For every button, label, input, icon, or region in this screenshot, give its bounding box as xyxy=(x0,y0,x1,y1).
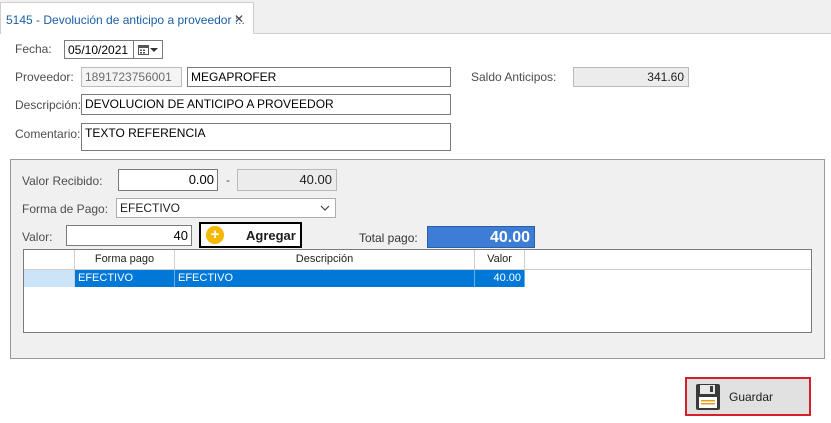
row-indicator-header xyxy=(24,250,75,269)
proveedor-name-field[interactable]: MEGAPROFER xyxy=(187,67,451,87)
plus-circle-icon: + xyxy=(206,226,224,244)
tab-title: 5145 - Devolución de anticipo a proveedo… xyxy=(6,13,245,27)
agregar-label: Agregar xyxy=(246,227,296,243)
tab-devolucion-anticipo[interactable]: 5145 - Devolución de anticipo a proveedo… xyxy=(0,2,254,35)
grid-header: Forma pago Descripción Valor xyxy=(24,250,811,270)
descripcion-field[interactable]: DEVOLUCION DE ANTICIPO A PROVEEDOR xyxy=(81,94,451,115)
forma-pago-label: Forma de Pago: xyxy=(22,202,109,216)
proveedor-id-field: 1891723756001 xyxy=(81,67,182,87)
date-picker-button[interactable] xyxy=(133,40,163,59)
proveedor-label: Proveedor: xyxy=(15,70,74,84)
fecha-label: Fecha: xyxy=(15,42,52,56)
forma-pago-selected: EFECTIVO xyxy=(120,201,181,215)
chevron-down-icon xyxy=(320,205,330,211)
row-indicator[interactable] xyxy=(24,270,75,287)
column-header-valor[interactable]: Valor xyxy=(475,250,525,269)
cell-valor: 40.00 xyxy=(475,270,525,287)
table-row[interactable]: EFECTIVO EFECTIVO 40.00 xyxy=(24,270,525,287)
comentario-label: Comentario: xyxy=(15,127,81,141)
valor-recibido-label: Valor Recibido: xyxy=(22,174,103,188)
saldo-anticipos-value: 341.60 xyxy=(573,67,689,87)
agregar-button[interactable]: + Agregar xyxy=(199,222,302,248)
valor-label: Valor: xyxy=(22,230,53,244)
valor-recibido-input[interactable]: 0.00 xyxy=(118,169,218,191)
save-floppy-icon xyxy=(696,383,720,410)
calendar-icon xyxy=(138,45,149,55)
saldo-anticipos-label: Saldo Anticipos: xyxy=(471,70,557,84)
total-pago-label: Total pago: xyxy=(359,231,418,245)
close-icon[interactable]: ✕ xyxy=(234,12,244,26)
cell-forma-pago: EFECTIVO xyxy=(75,270,175,287)
column-header-descripcion[interactable]: Descripción xyxy=(175,250,475,269)
comentario-field[interactable]: TEXTO REFERENCIA xyxy=(81,123,451,151)
valor-input[interactable]: 40 xyxy=(66,225,192,246)
guardar-label: Guardar xyxy=(729,389,774,404)
payments-grid[interactable]: Forma pago Descripción Valor EFECTIVO EF… xyxy=(23,249,812,333)
valor-pendiente: 40.00 xyxy=(237,169,337,191)
cell-descripcion: EFECTIVO xyxy=(175,270,475,287)
chevron-down-icon xyxy=(150,47,158,52)
minus-separator: - xyxy=(226,173,230,187)
column-header-forma-pago[interactable]: Forma pago xyxy=(75,250,175,269)
forma-pago-select[interactable]: EFECTIVO xyxy=(116,198,336,218)
descripcion-label: Descripción: xyxy=(15,98,82,112)
fecha-input[interactable]: 05/10/2021 xyxy=(64,40,134,59)
guardar-button[interactable]: Guardar xyxy=(685,377,811,416)
tab-strip: 5145 - Devolución de anticipo a proveedo… xyxy=(0,0,831,35)
total-pago-value: 40.00 xyxy=(427,226,535,248)
